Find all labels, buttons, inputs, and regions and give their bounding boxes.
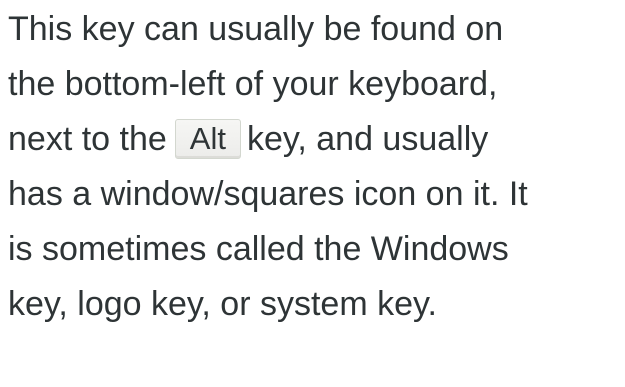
alt-keycap: Alt <box>174 119 241 159</box>
line-3-text-before: next to the <box>8 120 167 158</box>
paragraph-line-5: is sometimes called the Windows <box>8 230 509 268</box>
paragraph-line-6: key, logo key, or system key. <box>8 285 437 323</box>
paragraph-line-3: next to the Alt key, and usually <box>8 112 620 167</box>
help-paragraph: This key can usually be found on the bot… <box>8 0 620 332</box>
paragraph-line-2: the bottom-left of your keyboard, <box>8 65 498 103</box>
paragraph-line-1: This key can usually be found on <box>8 10 504 48</box>
line-3-text-after: key, and usually <box>246 120 489 158</box>
paragraph-line-4: has a window/squares icon on it. It <box>8 175 528 213</box>
